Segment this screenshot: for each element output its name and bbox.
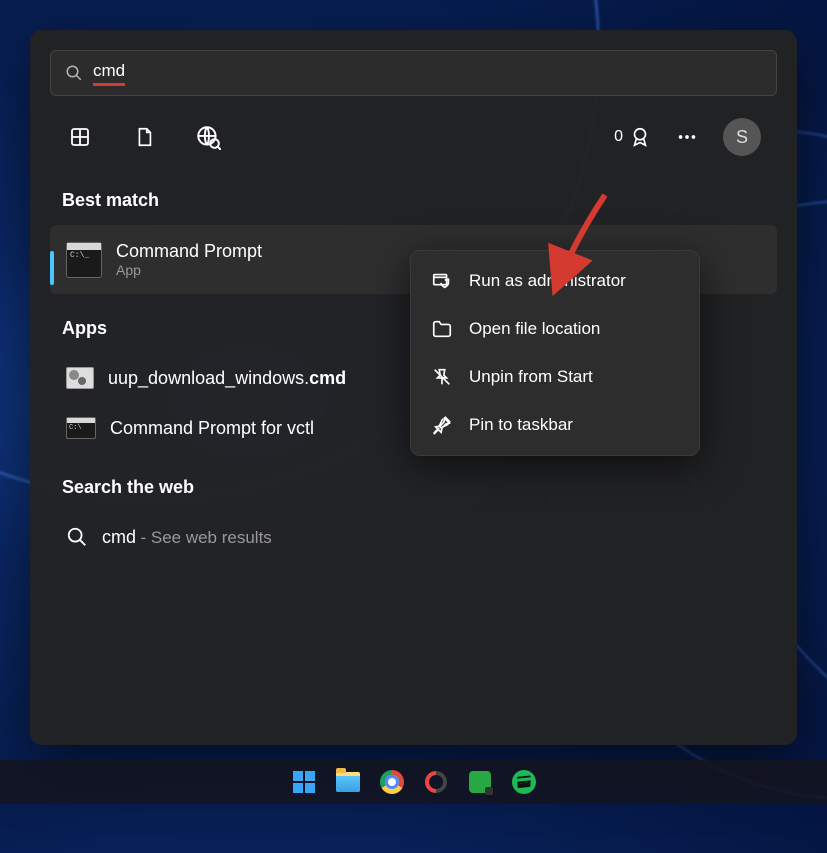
pin-icon — [431, 414, 453, 436]
admin-shield-icon — [431, 270, 453, 292]
more-options-icon[interactable] — [673, 123, 701, 151]
green-app-icon — [469, 771, 491, 793]
documents-filter-icon[interactable] — [130, 123, 158, 151]
filter-row: 0 S — [50, 96, 777, 166]
user-avatar[interactable]: S — [723, 118, 761, 156]
ctx-pin-to-taskbar[interactable]: Pin to taskbar — [417, 401, 693, 449]
rewards-count: 0 — [614, 128, 623, 146]
web-hint: - See web results — [140, 528, 271, 547]
medal-icon — [629, 126, 651, 148]
result-title: Command Prompt — [116, 241, 262, 262]
ctx-run-as-administrator[interactable]: Run as administrator — [417, 257, 693, 305]
folder-icon — [431, 318, 453, 340]
avatar-initial: S — [736, 127, 748, 148]
rewards-badge[interactable]: 0 — [614, 126, 651, 148]
context-menu: Run as administrator Open file location … — [410, 250, 700, 456]
windows-logo-icon — [293, 771, 315, 793]
ctx-label: Run as administrator — [469, 271, 626, 291]
folder-icon — [336, 772, 360, 792]
spotify-icon — [512, 770, 536, 794]
selection-indicator — [50, 251, 54, 285]
search-box[interactable]: cmd — [50, 50, 777, 96]
command-prompt-icon: C:\_ — [66, 242, 102, 278]
section-search-web: Search the web — [50, 453, 777, 512]
taskbar — [0, 760, 827, 804]
file-explorer-button[interactable] — [332, 766, 364, 798]
web-filter-icon[interactable] — [194, 123, 222, 151]
command-prompt-icon — [66, 417, 96, 439]
section-best-match: Best match — [50, 166, 777, 225]
search-icon — [65, 64, 83, 82]
result-subtitle: App — [116, 262, 262, 278]
ctx-label: Open file location — [469, 319, 600, 339]
ctx-label: Pin to taskbar — [469, 415, 573, 435]
app-result-label: Command Prompt for vctl — [110, 418, 314, 439]
ring-icon — [425, 771, 447, 793]
spotify-button[interactable] — [508, 766, 540, 798]
ctx-label: Unpin from Start — [469, 367, 593, 387]
web-search-result[interactable]: cmd - See web results — [50, 512, 777, 562]
web-query: cmd — [102, 527, 136, 547]
batch-file-icon — [66, 367, 94, 389]
chrome-icon — [380, 770, 404, 794]
ctx-unpin-from-start[interactable]: Unpin from Start — [417, 353, 693, 401]
start-button[interactable] — [288, 766, 320, 798]
ctx-open-file-location[interactable]: Open file location — [417, 305, 693, 353]
apps-filter-icon[interactable] — [66, 123, 94, 151]
chrome-button[interactable] — [376, 766, 408, 798]
search-icon — [66, 526, 88, 548]
search-query-text: cmd — [93, 61, 125, 86]
unpin-icon — [431, 366, 453, 388]
app-green-button[interactable] — [464, 766, 496, 798]
app-result-label: uup_download_windows.cmd — [108, 368, 346, 389]
app-ring-button[interactable] — [420, 766, 452, 798]
